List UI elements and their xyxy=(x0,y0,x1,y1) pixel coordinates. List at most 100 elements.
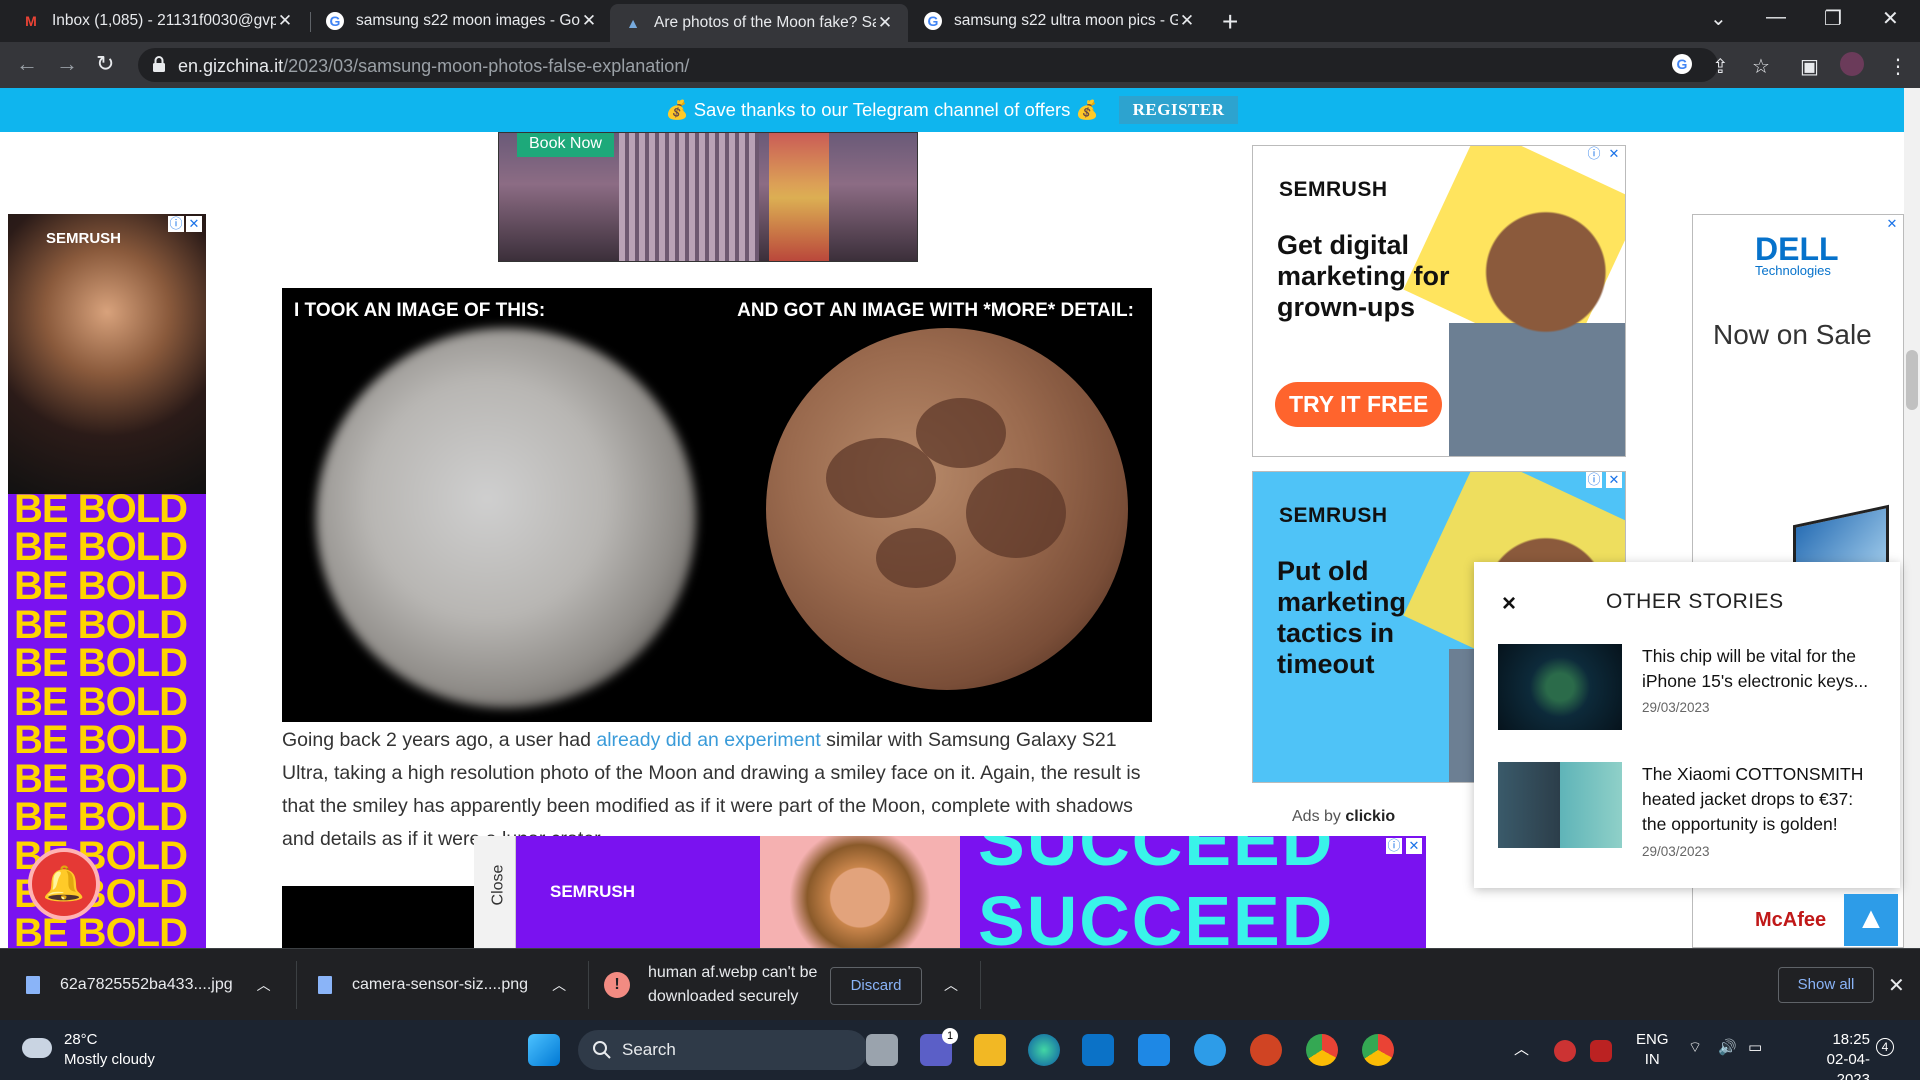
next-image-placeholder xyxy=(282,886,476,948)
close-tab-icon[interactable]: ✕ xyxy=(276,11,294,31)
browser-toolbar: ← → ↻ en.gizchina.it/2023/03/samsung-moo… xyxy=(0,42,1920,88)
left-semrush-ad[interactable]: SEMRUSH BE BOLD BE BOLD BE BOLD BE BOLD … xyxy=(8,214,206,948)
adchoices-icon[interactable]: ⓘ xyxy=(1586,146,1602,162)
windows-start-icon[interactable] xyxy=(528,1034,560,1066)
teams-icon[interactable]: 1 xyxy=(920,1028,958,1066)
close-downloads-icon[interactable]: ✕ xyxy=(1888,949,1905,1021)
windows-taskbar: 28°C Mostly cloudy Search 1 ︿ ENG IN ⌔ 🔊 ▭… xyxy=(0,1020,1920,1080)
ad-text: BE BOLD xyxy=(14,641,188,685)
story-headline[interactable]: This chip will be vital for the iPhone 1… xyxy=(1642,644,1878,694)
file-explorer-icon[interactable] xyxy=(974,1034,1006,1066)
close-tab-icon[interactable]: ✕ xyxy=(876,13,894,33)
adchoices-icon[interactable]: ⓘ xyxy=(1586,472,1602,488)
ad-close-icon[interactable]: ✕ xyxy=(1606,146,1622,162)
close-window-icon[interactable]: ✕ xyxy=(1882,6,1899,31)
store-icon[interactable] xyxy=(1082,1034,1114,1066)
other-stories-popup: × OTHER STORIES This chip will be vital … xyxy=(1474,562,1900,888)
close-tab-icon[interactable]: ✕ xyxy=(1178,11,1196,31)
tab-search-chevron-icon[interactable]: ⌄ xyxy=(1710,6,1727,31)
ad-text: BE BOLD xyxy=(14,718,188,762)
register-button[interactable]: REGISTER xyxy=(1118,96,1239,124)
download-item[interactable]: 62a7825552ba433....jpg ︿ xyxy=(26,949,271,1021)
ad-close-icon[interactable]: ✕ xyxy=(186,216,202,232)
chrome-profile-icon[interactable] xyxy=(1362,1034,1394,1066)
notification-bell-icon[interactable]: 🔔 xyxy=(28,848,100,920)
ad-close-icon[interactable]: ✕ xyxy=(1884,216,1900,232)
moon-mare xyxy=(916,398,1006,468)
more-menu-icon[interactable]: ⋮ xyxy=(1888,54,1908,79)
myhp-icon[interactable] xyxy=(1138,1034,1170,1066)
close-icon[interactable]: × xyxy=(1502,590,1516,618)
clock[interactable]: 18:25 02-04-2023 xyxy=(1794,1030,1870,1080)
close-tab[interactable]: Close xyxy=(474,836,516,948)
notification-count[interactable]: 4 xyxy=(1876,1038,1894,1056)
maximize-icon[interactable]: ❐ xyxy=(1824,6,1842,31)
divider xyxy=(588,961,589,1009)
chevron-up-icon[interactable]: ︿ xyxy=(944,949,958,1021)
chevron-up-icon[interactable]: ︿ xyxy=(552,975,566,995)
adchoices-icon[interactable]: ⓘ xyxy=(1386,838,1402,854)
new-tab-plus-icon[interactable]: + xyxy=(1222,6,1238,38)
story-item[interactable]: The Xiaomi COTTONSMITH heated jacket dro… xyxy=(1498,762,1878,872)
chrome-icon[interactable] xyxy=(1306,1034,1338,1066)
hotel-ad[interactable]: Book Now xyxy=(498,132,918,262)
other-stories-title: OTHER STORIES xyxy=(1606,590,1784,613)
help-icon[interactable] xyxy=(1194,1034,1226,1066)
tab-google-moon-images[interactable]: G samsung s22 moon images - Goo ✕ xyxy=(312,0,612,42)
close-tab-icon[interactable]: ✕ xyxy=(580,11,598,31)
ad-text: BE BOLD xyxy=(14,603,188,647)
language-indicator[interactable]: ENG IN xyxy=(1636,1030,1669,1070)
adchoices-icon[interactable]: ⓘ xyxy=(168,216,184,232)
ad-brand: SEMRUSH xyxy=(550,882,636,901)
side-panel-icon[interactable]: ▣ xyxy=(1800,54,1819,79)
ad-close-icon[interactable]: ✕ xyxy=(1606,472,1622,488)
google-icon: G xyxy=(924,12,942,30)
tab-gizchina-article[interactable]: ▲ Are photos of the Moon fake? Sa ✕ xyxy=(610,4,908,42)
book-now-button[interactable]: Book Now xyxy=(517,133,614,157)
battery-icon[interactable]: ▭ xyxy=(1748,1038,1762,1056)
show-all-button[interactable]: Show all xyxy=(1778,967,1874,1003)
chevron-up-icon[interactable]: ︿ xyxy=(257,975,271,995)
semrush-ad-grownups[interactable]: SEMRUSH Get digital marketing for grown-… xyxy=(1252,145,1626,457)
task-view-icon[interactable] xyxy=(866,1034,898,1066)
story-headline[interactable]: The Xiaomi COTTONSMITH heated jacket dro… xyxy=(1642,762,1878,837)
tab-google-ultra-moon[interactable]: G samsung s22 ultra moon pics - G ✕ xyxy=(910,0,1210,42)
powerpoint-icon[interactable] xyxy=(1250,1034,1282,1066)
minimize-icon[interactable]: — xyxy=(1766,6,1786,29)
bookmark-star-icon[interactable]: ☆ xyxy=(1752,54,1770,79)
ad-close-icon[interactable]: ✕ xyxy=(1406,838,1422,854)
back-arrow-icon[interactable]: ← xyxy=(16,51,38,77)
ads-by-clickio[interactable]: Ads by clickio xyxy=(1292,808,1395,826)
story-thumbnail[interactable] xyxy=(1498,644,1622,730)
forward-arrow-icon[interactable]: → xyxy=(56,51,78,77)
tab-gmail[interactable]: M Inbox (1,085) - 21131f0030@gvp ✕ xyxy=(8,0,308,42)
wifi-icon[interactable]: ⌔ xyxy=(1688,1038,1702,1057)
google-icon: G xyxy=(326,12,344,30)
try-it-free-button[interactable]: TRY IT FREE xyxy=(1275,382,1443,427)
page-scrollbar[interactable] xyxy=(1904,88,1920,948)
experiment-link[interactable]: already did an experiment xyxy=(596,729,820,751)
tray-app-icon[interactable] xyxy=(1554,1040,1576,1062)
volume-icon[interactable]: 🔊 xyxy=(1718,1038,1737,1056)
bottom-semrush-ad[interactable]: Close SEMRUSH SUCCEED SUCCEED xyxy=(474,836,1426,948)
close-label: Close xyxy=(489,864,507,906)
reload-icon[interactable]: ↻ xyxy=(96,51,114,77)
edge-icon[interactable] xyxy=(1028,1034,1060,1066)
address-bar[interactable]: en.gizchina.it/2023/03/samsung-moon-phot… xyxy=(138,48,1718,82)
taskbar-search[interactable]: Search xyxy=(578,1030,868,1070)
story-item[interactable]: This chip will be vital for the iPhone 1… xyxy=(1498,644,1878,754)
tray-chevron-icon[interactable]: ︿ xyxy=(1514,1038,1529,1059)
blocked-download[interactable]: ! human af.webp can't be downloaded secur… xyxy=(604,949,817,1021)
discard-button[interactable]: Discard xyxy=(830,967,922,1005)
tray-security-icon[interactable] xyxy=(1590,1040,1612,1062)
share-icon[interactable]: ⇪ xyxy=(1712,54,1729,79)
scroll-to-top-button[interactable]: ▲ xyxy=(1844,894,1898,946)
scrollbar-thumb[interactable] xyxy=(1906,350,1918,410)
story-thumbnail[interactable] xyxy=(1498,762,1622,848)
profile-avatar[interactable] xyxy=(1840,52,1864,76)
cloud-icon xyxy=(22,1038,52,1058)
search-icon xyxy=(593,1041,611,1059)
google-lens-icon[interactable]: G xyxy=(1672,54,1692,74)
ad-street-image xyxy=(769,133,829,261)
download-item[interactable]: camera-sensor-siz....png ︿ xyxy=(318,949,566,1021)
